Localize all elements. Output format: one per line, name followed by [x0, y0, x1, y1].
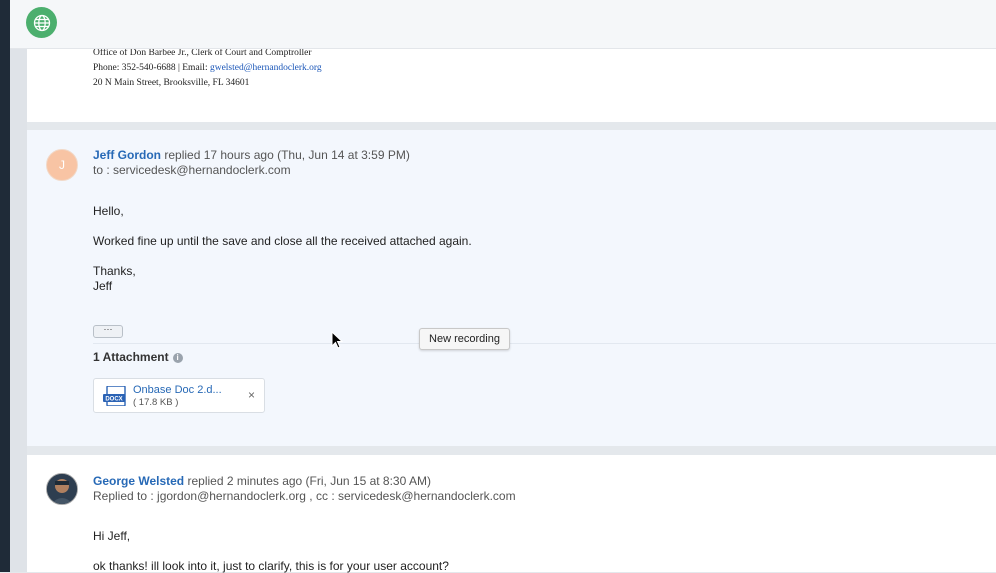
signature-office: Office of Don Barbee Jr., Clerk of Court… — [93, 48, 312, 58]
reply-recipients: Replied to : jgordon@hernandoclerk.org ,… — [93, 489, 516, 503]
docx-file-icon: DOCX — [103, 385, 127, 407]
message-body: ok thanks! ill look into it, just to cla… — [93, 559, 449, 573]
author-name[interactable]: Jeff Gordon — [93, 148, 161, 162]
info-icon[interactable]: i — [172, 353, 183, 363]
docx-type-label: DOCX — [105, 397, 122, 403]
message-greeting: Hi Jeff, — [93, 529, 131, 543]
attachments-title: 1 Attachment — [93, 350, 169, 364]
signature-email-link[interactable]: gwelsted@hernandoclerk.org — [210, 63, 322, 73]
attachment-size: ( 17.8 KB ) — [133, 397, 179, 408]
attachments-heading: 1 Attachment i — [93, 350, 183, 364]
signature-email-label: Email: — [182, 63, 208, 73]
reply-header: George Welsted replied 2 minutes ago (Fr… — [93, 474, 431, 488]
conversation-gutter — [10, 0, 27, 572]
avatar — [46, 473, 78, 505]
reply-timestamp: replied 2 minutes ago (Fri, Jun 15 at 8:… — [187, 474, 431, 488]
message-greeting: Hello, — [93, 204, 124, 218]
recording-tooltip: New recording — [419, 328, 510, 350]
attachment-item[interactable]: DOCX Onbase Doc 2.d... ( 17.8 KB ) × — [93, 378, 265, 413]
globe-icon[interactable] — [26, 7, 57, 38]
avatar: J — [46, 149, 78, 181]
close-icon[interactable]: × — [248, 388, 255, 402]
reply-recipients: to : servicedesk@hernandoclerk.com — [93, 163, 291, 177]
divider — [93, 343, 996, 344]
message-body: Worked fine up until the save and close … — [93, 234, 472, 248]
reply-card-george: George Welsted replied 2 minutes ago (Fr… — [27, 455, 996, 573]
show-quoted-button[interactable]: ··· — [93, 325, 123, 338]
message-signoff: Jeff — [93, 279, 113, 293]
attachment-name-link[interactable]: Onbase Doc 2.d... — [133, 384, 222, 396]
message-closing: Thanks, — [93, 264, 136, 278]
author-name[interactable]: George Welsted — [93, 474, 184, 488]
left-nav-rail — [0, 0, 10, 572]
signature-separator: | — [177, 63, 180, 73]
signature-address: 20 N Main Street, Brooksville, FL 34601 — [93, 78, 250, 88]
reply-timestamp: replied 17 hours ago (Thu, Jun 14 at 3:5… — [164, 148, 410, 162]
previous-message-card: Office of Don Barbee Jr., Clerk of Court… — [27, 48, 996, 122]
reply-header: Jeff Gordon replied 17 hours ago (Thu, J… — [93, 148, 410, 162]
mouse-cursor-icon — [331, 330, 344, 354]
signature-contact: Phone: 352-540-6688 | Email: gwelsted@he… — [93, 63, 322, 73]
reply-card-jeff: J Jeff Gordon replied 17 hours ago (Thu,… — [27, 130, 996, 446]
signature-phone: Phone: 352-540-6688 — [93, 63, 176, 73]
top-bar — [10, 0, 996, 49]
